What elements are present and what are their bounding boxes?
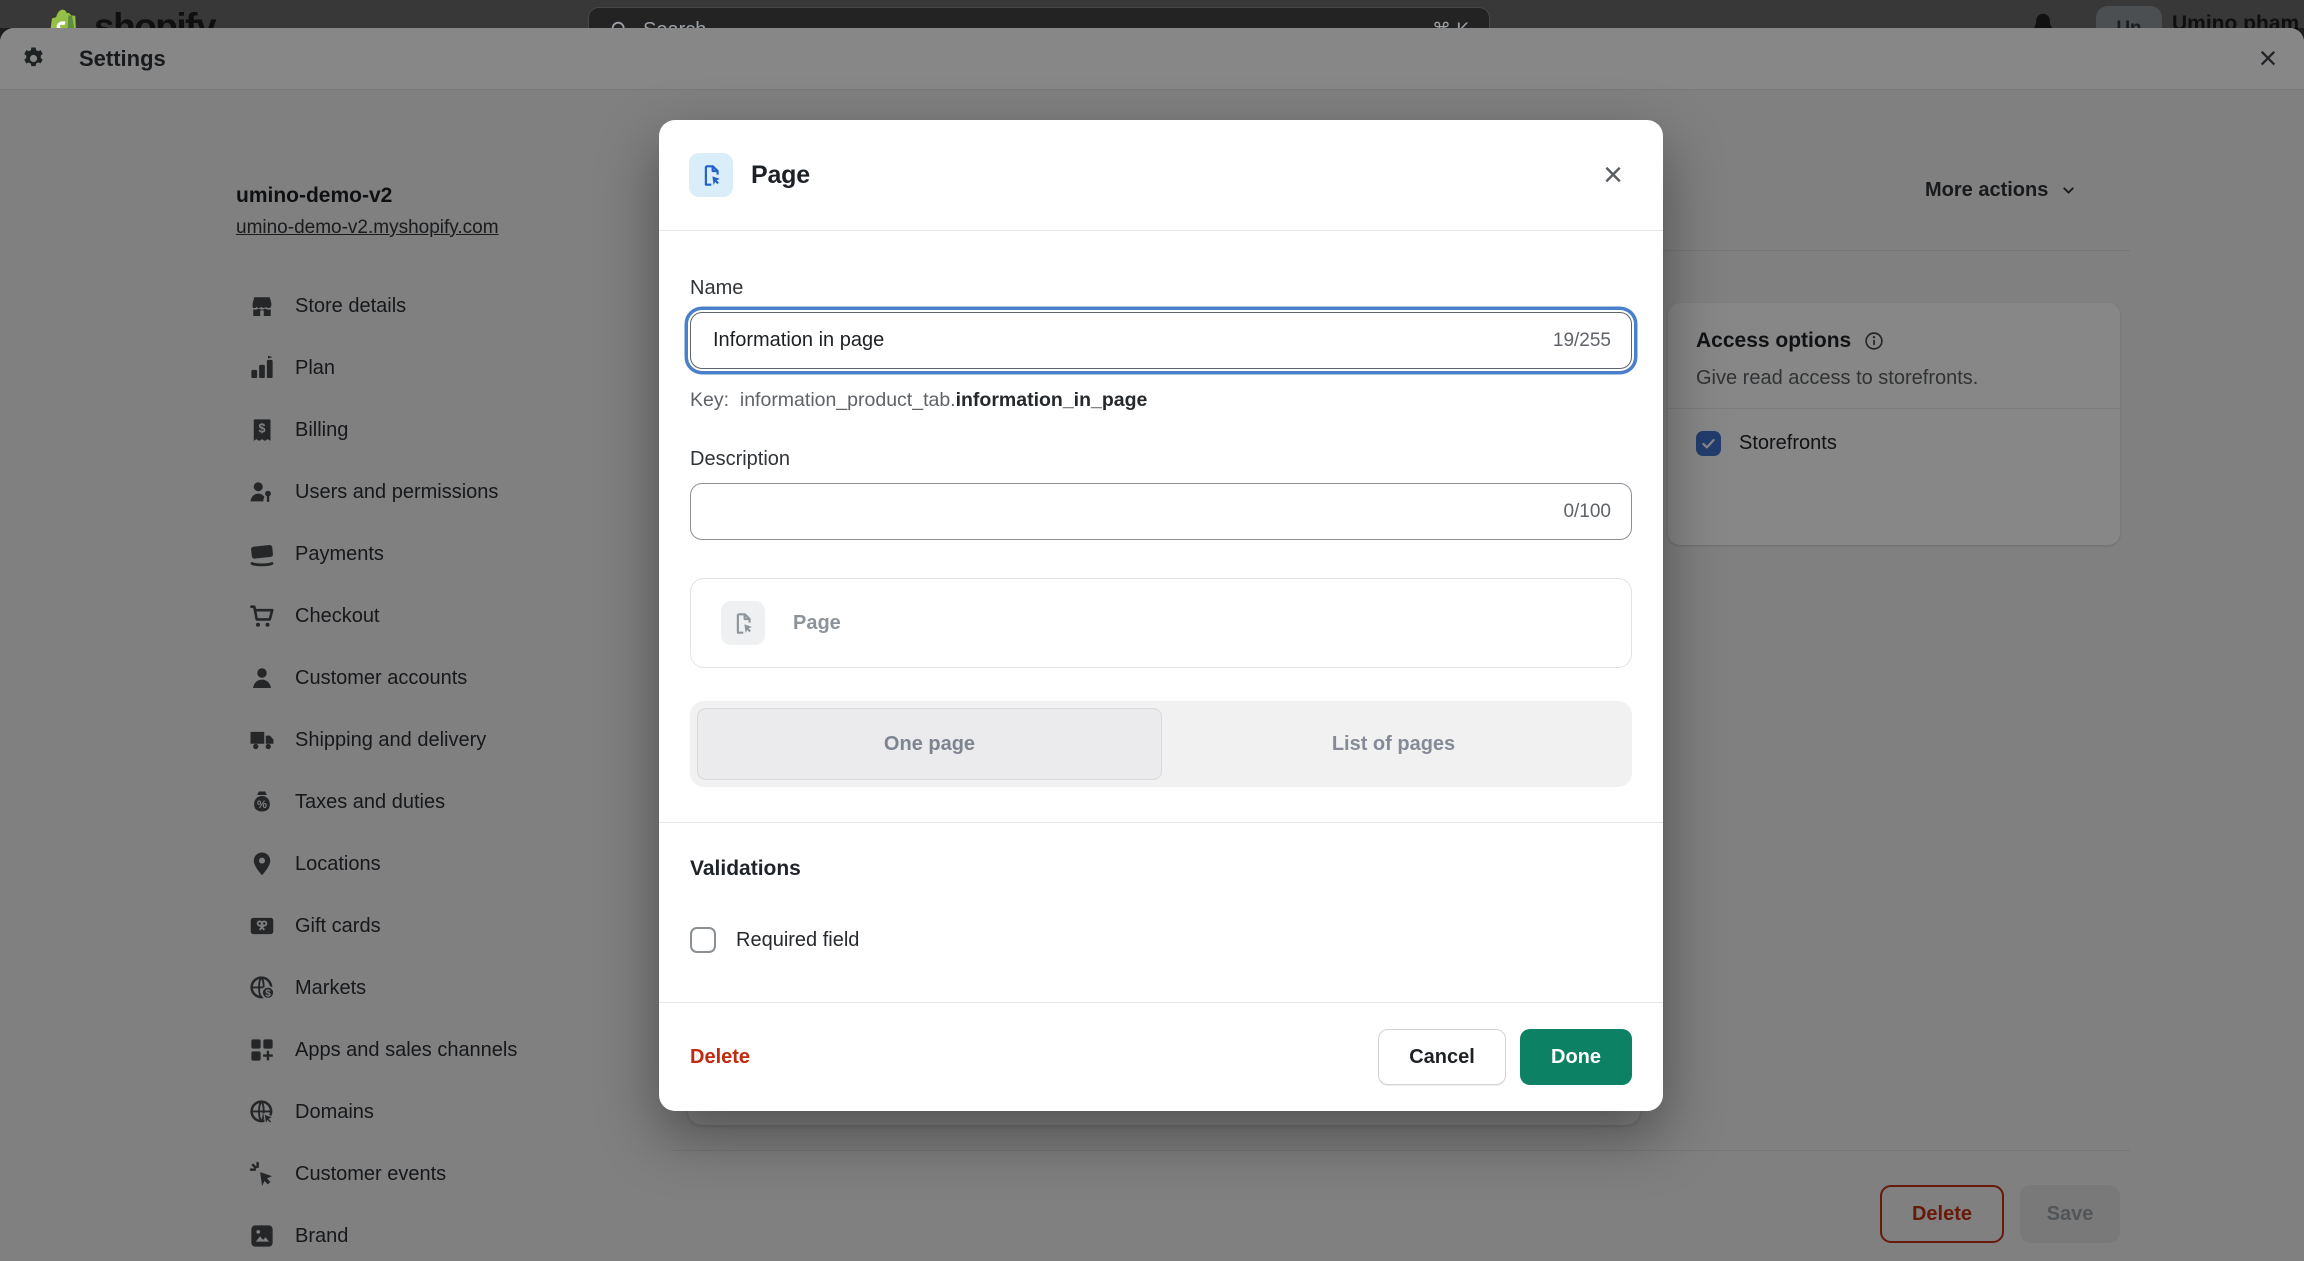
- segment-list-of-pages[interactable]: List of pages: [1162, 708, 1625, 780]
- name-char-counter: 19/255: [1552, 329, 1611, 351]
- page-type-icon-tile: [689, 153, 733, 197]
- validations-title: Validations: [690, 857, 801, 880]
- modal-section-divider: [659, 822, 1663, 823]
- cancel-button[interactable]: Cancel: [1378, 1029, 1506, 1085]
- name-input[interactable]: Information in page 19/255: [690, 312, 1632, 369]
- name-input-value: Information in page: [713, 329, 885, 351]
- content-type-preview: Page: [690, 578, 1632, 668]
- key-value: information_in_page: [955, 389, 1148, 411]
- key-line: Key: information_product_tab.information…: [690, 389, 1632, 412]
- modal-header: Page ×: [659, 120, 1663, 230]
- modal-close-icon[interactable]: ×: [1593, 156, 1633, 195]
- modal-body: Name Information in page 19/255 Key: inf…: [659, 231, 1663, 953]
- modal-footer: Delete Cancel Done: [659, 1002, 1663, 1111]
- page-cursor-icon: [736, 612, 752, 634]
- page-type-icon-tile-gray: [721, 601, 765, 645]
- description-char-counter: 0/100: [1563, 500, 1611, 522]
- key-namespace: information_product_tab.: [739, 389, 956, 411]
- required-field-checkbox[interactable]: [690, 927, 716, 953]
- cancel-label: Cancel: [1409, 1045, 1475, 1068]
- modal-delete-link[interactable]: Delete: [690, 1046, 750, 1069]
- page-type-modal: Page × Name Information in page 19/255 K…: [659, 120, 1663, 1111]
- segment-one-page[interactable]: One page: [697, 708, 1162, 780]
- required-field-label: Required field: [736, 928, 860, 951]
- modal-title: Page: [751, 160, 810, 189]
- app-root: shopify Search ⌘ K Un Umino pham Setting…: [0, 0, 2304, 1261]
- done-label: Done: [1551, 1045, 1601, 1068]
- description-field-label: Description: [690, 448, 791, 470]
- name-field-label: Name: [690, 277, 744, 299]
- key-prefix: Key:: [690, 389, 730, 411]
- page-cursor-icon: [704, 164, 720, 186]
- done-button[interactable]: Done: [1520, 1029, 1632, 1085]
- content-type-label: Page: [793, 611, 841, 634]
- description-input[interactable]: 0/100: [690, 483, 1632, 540]
- page-type-segmented-control: One page List of pages: [690, 701, 1632, 787]
